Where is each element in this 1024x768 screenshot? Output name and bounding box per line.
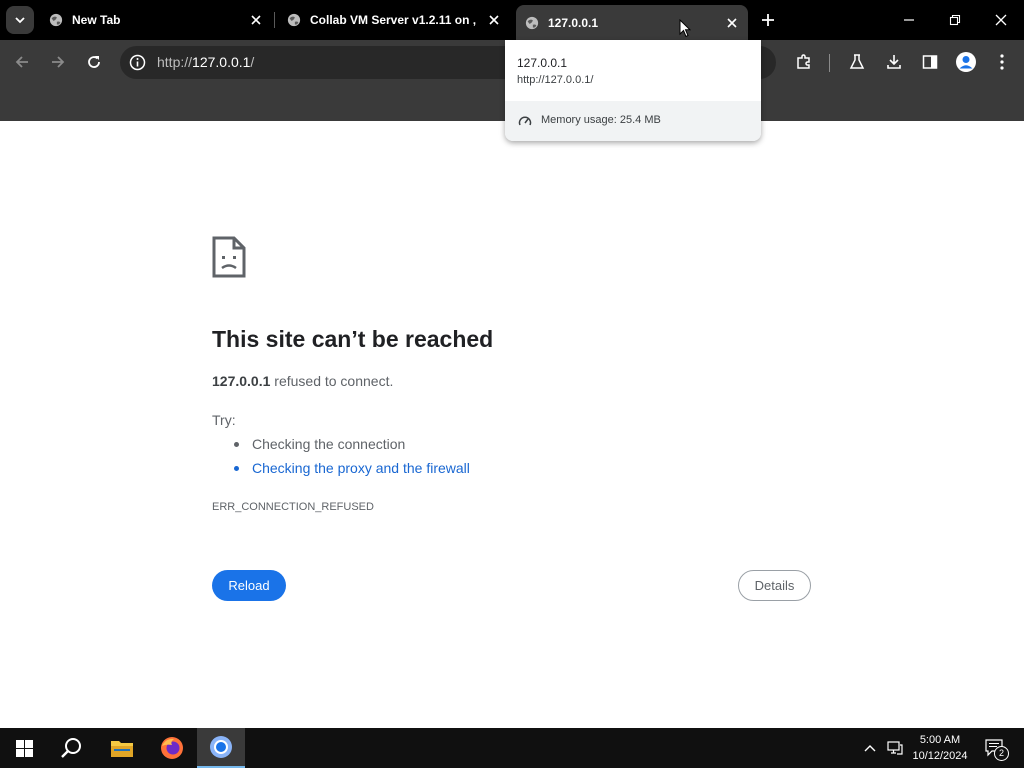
- error-code: ERR_CONNECTION_REFUSED: [212, 501, 374, 513]
- taskbar: 5:00 AM 10/12/2024 2: [0, 728, 1024, 768]
- tab-collab-vm[interactable]: Collab VM Server v1.2.11 on , a: [278, 6, 510, 34]
- hover-card-title: 127.0.0.1: [517, 56, 568, 70]
- sad-page-icon: [212, 236, 246, 278]
- chevron-down-icon: [15, 17, 25, 24]
- downloads-button[interactable]: [880, 48, 908, 76]
- globe-icon: [287, 13, 301, 27]
- labs-button[interactable]: [843, 48, 871, 76]
- page-title: This site can’t be reached: [212, 326, 494, 352]
- minimize-button[interactable]: [895, 6, 923, 34]
- flask-icon: [849, 54, 865, 69]
- suggestion-check-proxy-link[interactable]: Checking the proxy and the firewall: [252, 460, 470, 476]
- tab-search-button[interactable]: [6, 6, 34, 34]
- globe-icon: [525, 16, 539, 29]
- file-explorer-icon: [111, 741, 133, 757]
- chrome-button[interactable]: [197, 728, 245, 768]
- start-button[interactable]: [0, 728, 48, 768]
- restore-icon: [949, 14, 961, 26]
- clock-time: 5:00 AM: [919, 734, 961, 746]
- try-label: Try:: [212, 412, 236, 428]
- arrow-left-icon: [15, 56, 28, 68]
- error-message: 127.0.0.1 refused to connect.: [212, 373, 394, 389]
- chevron-up-icon: [864, 745, 876, 752]
- close-window-button[interactable]: [987, 6, 1015, 34]
- firefox-button[interactable]: [148, 728, 196, 768]
- minimize-icon: [904, 19, 914, 21]
- search-icon: [61, 738, 81, 758]
- reload-button[interactable]: Reload: [212, 570, 286, 601]
- extensions-button[interactable]: [790, 48, 818, 76]
- file-explorer-button[interactable]: [98, 728, 146, 768]
- profile-button[interactable]: [952, 48, 980, 76]
- forward-button[interactable]: [44, 48, 72, 76]
- notifications-button[interactable]: 2: [980, 728, 1010, 768]
- close-icon[interactable]: [724, 15, 740, 31]
- tab-title: 127.0.0.1: [548, 15, 599, 30]
- close-icon: [995, 14, 1007, 26]
- show-hidden-icons-button[interactable]: [858, 728, 882, 768]
- side-panel-icon: [922, 55, 938, 69]
- search-button[interactable]: [48, 728, 96, 768]
- clock-date: 10/12/2024: [912, 750, 968, 762]
- close-icon[interactable]: [486, 12, 502, 28]
- site-info-icon[interactable]: [129, 54, 146, 76]
- tab-hover-card: 127.0.0.1 http://127.0.0.1/ Memory usage…: [505, 40, 761, 141]
- notification-count: 2: [994, 746, 1009, 761]
- side-panel-button[interactable]: [916, 48, 944, 76]
- mouse-cursor-icon: [679, 19, 691, 38]
- tab-strip: New Tab Collab VM Server v1.2.11 on , a …: [0, 0, 1024, 40]
- new-tab-button[interactable]: [754, 6, 782, 34]
- error-page: This site can’t be reached 127.0.0.1 ref…: [0, 121, 1024, 728]
- gauge-icon: [518, 116, 532, 126]
- suggestion-check-connection: Checking the connection: [252, 436, 406, 452]
- url-text: http://127.0.0.1/: [157, 54, 255, 70]
- avatar-icon: [956, 52, 976, 72]
- restore-button[interactable]: [941, 6, 969, 34]
- close-icon[interactable]: [248, 12, 264, 28]
- tab-title: Collab VM Server v1.2.11 on , a: [310, 13, 478, 27]
- chrome-icon: [210, 736, 232, 758]
- firefox-icon: [161, 737, 183, 759]
- kebab-menu-icon: [1000, 54, 1004, 70]
- memory-usage: Memory usage: 25.4 MB: [505, 101, 761, 141]
- tab-new-tab[interactable]: New Tab: [40, 6, 272, 34]
- globe-icon: [49, 13, 63, 27]
- puzzle-icon: [797, 54, 810, 69]
- windows-logo-icon: [15, 739, 33, 757]
- menu-button[interactable]: [988, 48, 1016, 76]
- reload-toolbar-button[interactable]: [80, 48, 108, 76]
- arrow-right-icon: [52, 56, 65, 68]
- back-button[interactable]: [8, 48, 36, 76]
- tab-title: New Tab: [72, 13, 121, 27]
- hover-card-url: http://127.0.0.1/: [517, 74, 594, 86]
- details-button[interactable]: Details: [738, 570, 811, 601]
- system-clock[interactable]: 5:00 AM 10/12/2024: [905, 732, 975, 764]
- plus-icon: [762, 14, 774, 26]
- download-icon: [887, 55, 901, 69]
- reload-icon: [88, 56, 100, 68]
- network-icon: [887, 741, 903, 755]
- tab-localhost[interactable]: 127.0.0.1: [516, 5, 748, 40]
